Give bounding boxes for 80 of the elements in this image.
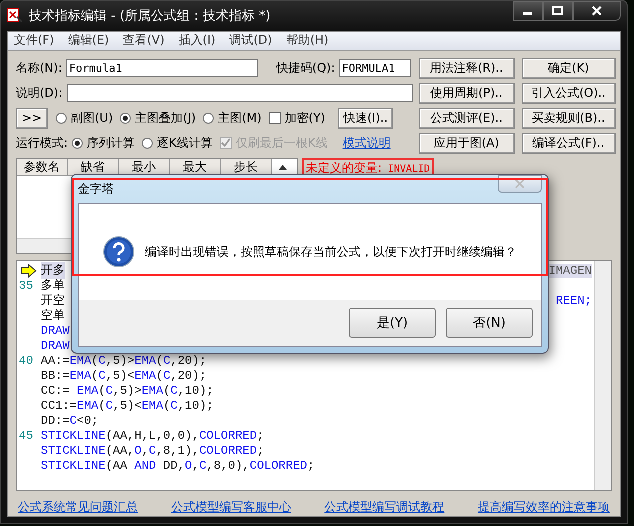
- code-line: DD:=C<0;: [41, 414, 99, 428]
- code-line: AA:=EMA(C,5)>EMA(C,20);: [41, 354, 207, 368]
- close-icon: [514, 179, 526, 189]
- menu-item[interactable]: 编辑(E): [68, 32, 110, 50]
- dialog-button[interactable]: 是(Y): [349, 308, 436, 338]
- radio-label: 副图(U): [71, 110, 114, 127]
- window-title: 技术指标编辑 - (所属公式组：技术指标 *): [29, 8, 272, 25]
- code-line: DRAW: [41, 338, 70, 353]
- description-label: 说明(D):: [16, 84, 63, 102]
- action-button[interactable]: 用法注释(R)..: [418, 58, 515, 79]
- code-line: STICKLINE(AA AND DD,O,C,8,0),COLORRED;: [41, 458, 315, 473]
- checkbox[interactable]: [268, 112, 281, 124]
- code-fragment: IMAGEN: [548, 264, 592, 278]
- code-line: 开空: [41, 293, 65, 309]
- radio-button[interactable]: [72, 138, 84, 149]
- code-line: CC:= EMA(C,5)>EMA(C,10);: [41, 384, 214, 398]
- help-link[interactable]: 公式模型编写调试教程: [324, 499, 445, 516]
- help-link[interactable]: 提高编写效率的注意事项: [478, 499, 610, 516]
- action-button[interactable]: 公式测评(E)..: [418, 108, 515, 129]
- run-mode-label: 运行模式:: [16, 134, 68, 152]
- radio-button[interactable]: [142, 138, 154, 149]
- menu-item[interactable]: 插入(I): [178, 32, 216, 50]
- code-line: BB:=EMA(C,5)<EMA(C,20);: [41, 368, 207, 383]
- code-line: CC1:=EMA(C,5)<EMA(C,10);: [41, 398, 214, 413]
- code-fragment: REEN;: [556, 294, 592, 308]
- code-line: STICKLINE(AA,O,C,8,1),COLORRED;: [41, 444, 264, 458]
- shortcut-field[interactable]: FORMULA1: [339, 59, 412, 78]
- question-icon: [103, 236, 135, 268]
- radio-button[interactable]: [120, 112, 132, 124]
- line-number: 45: [19, 428, 34, 443]
- menu-item[interactable]: 文件(F): [14, 32, 54, 50]
- menu-item[interactable]: 调试(D): [230, 32, 272, 50]
- radio-label: 主图叠加(J): [135, 110, 196, 127]
- quick-button[interactable]: 快速(I)..: [338, 108, 394, 129]
- close-icon: [591, 6, 603, 16]
- radio-label: 主图(M): [218, 110, 262, 127]
- action-button[interactable]: 编译公式(F)..: [522, 132, 616, 154]
- vertical-scrollbar[interactable]: [594, 261, 611, 490]
- app-icon: [7, 8, 23, 24]
- dialog-button[interactable]: 否(N): [446, 308, 533, 338]
- maximize-button[interactable]: [543, 1, 573, 21]
- column-header[interactable]: 最小: [119, 158, 170, 176]
- code-line: 空单: [41, 308, 65, 324]
- action-button[interactable]: 引入公式(O)..: [522, 82, 616, 104]
- action-button[interactable]: 应用于图(A): [418, 132, 515, 154]
- action-button[interactable]: 买卖规则(B)..: [522, 108, 616, 129]
- description-field[interactable]: [66, 84, 413, 102]
- menu-item[interactable]: 帮助(H): [286, 32, 329, 50]
- column-header[interactable]: 最大: [170, 158, 221, 176]
- code-line: STICKLINE(AA,H,L,0,0),COLORRED;: [41, 428, 264, 443]
- code-line: 多单: [41, 278, 65, 294]
- close-button[interactable]: [573, 1, 621, 21]
- scroll-up-icon[interactable]: [279, 164, 287, 170]
- current-line-arrow-icon: [21, 264, 37, 278]
- code-line: DRAW: [41, 324, 70, 338]
- expand-button[interactable]: >>: [16, 108, 48, 129]
- line-number: 35: [19, 278, 34, 293]
- minimize-button[interactable]: [513, 1, 543, 21]
- shortcut-label: 快捷码(Q):: [276, 60, 336, 77]
- column-header[interactable]: 步长: [221, 158, 272, 176]
- menu-item[interactable]: 查看(V): [123, 32, 165, 50]
- radio-label: 序列计算: [87, 134, 136, 152]
- checkbox-label: 加密(Y): [284, 110, 326, 127]
- name-label: 名称(N):: [16, 60, 62, 77]
- action-button[interactable]: 确定(K): [522, 58, 616, 79]
- dialog-message: 编译时出现错误，按照草稿保存当前公式，以便下次打开时继续编辑？: [145, 244, 517, 260]
- help-link[interactable]: 公式模型编写客服中心: [171, 499, 292, 516]
- action-button[interactable]: 使用周期(P)..: [418, 82, 515, 104]
- maximize-icon: [552, 6, 564, 16]
- radio-button[interactable]: [203, 112, 214, 124]
- line-number: 40: [19, 354, 34, 368]
- name-field[interactable]: Formula1: [66, 59, 258, 78]
- radio-button[interactable]: [56, 112, 67, 124]
- checkbox-label: 仅刷最后一根K线: [236, 134, 328, 152]
- help-link[interactable]: 公式系统常见问题汇总: [18, 499, 138, 516]
- radio-label: 逐K线计算: [157, 134, 213, 152]
- column-header[interactable]: 参数名: [17, 158, 68, 176]
- mode-help-link[interactable]: 模式说明: [342, 134, 391, 152]
- dialog-title: 金字塔: [78, 180, 114, 198]
- column-header[interactable]: 缺省: [68, 158, 119, 176]
